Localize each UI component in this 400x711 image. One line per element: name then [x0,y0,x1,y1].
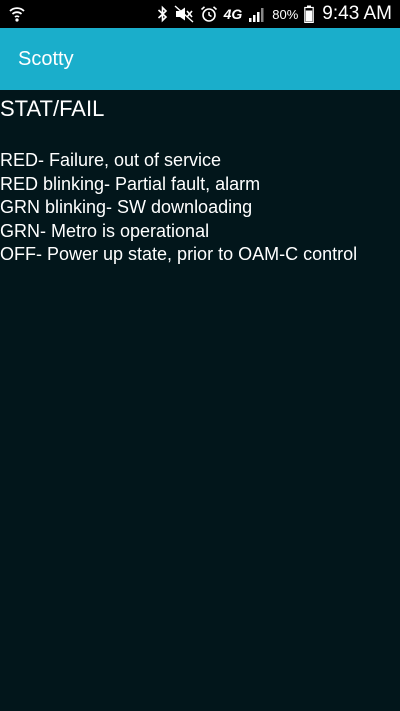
list-item: RED blinking- Partial fault, alarm [0,173,261,194]
list-item: GRN- Metro is operational [0,220,210,241]
list-item: OFF- Power up state, prior to OAM-C cont… [0,244,358,264]
bluetooth-icon [157,3,168,25]
list-item: RED- Failure, out of service [0,150,222,170]
app-bar: Scotty [0,28,400,90]
status-bar-right: 4G 80% 9:43 AM [157,3,392,25]
mute-icon [174,3,194,25]
status-bar: 4G 80% 9:43 AM [0,0,400,28]
app-title: Scotty [18,48,74,70]
battery-icon [304,3,315,25]
legend-list: RED- Failure, out of service RED blinkin… [0,149,357,267]
list-item: GRN blinking- SW downloading [0,197,253,217]
page-heading: STAT/FAIL [0,96,105,121]
wifi-icon [8,3,26,25]
battery-percent: 80% [272,6,299,22]
network-type: 4G [223,6,243,22]
clock: 9:43 AM [322,3,392,24]
status-bar-left [8,3,26,25]
signal-icon [248,3,266,25]
alarm-icon [200,3,218,25]
